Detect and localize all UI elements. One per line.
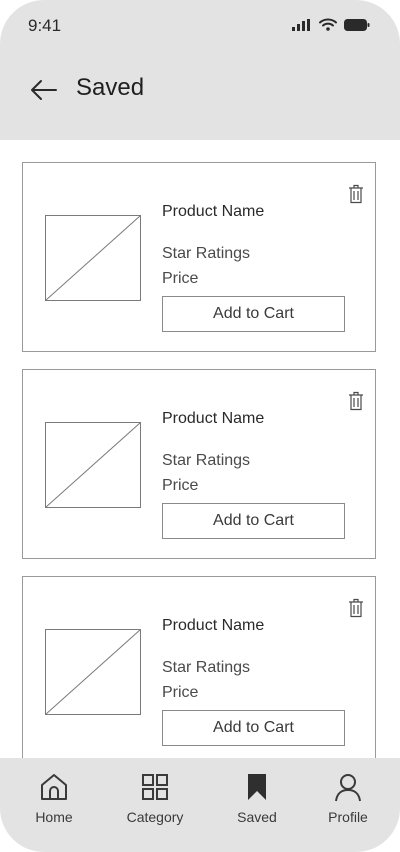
saved-product-card[interactable]: Product Name Star Ratings Price Add to C… bbox=[22, 369, 376, 559]
status-bar: 9:41 bbox=[0, 0, 400, 50]
tab-label: Category bbox=[126, 809, 184, 825]
product-image-placeholder bbox=[45, 422, 141, 508]
tab-label: Home bbox=[35, 809, 73, 825]
tab-profile[interactable]: Profile bbox=[298, 758, 398, 852]
phone-frame: 9:41 Saved Product Name Star Ratings Pri… bbox=[0, 0, 400, 852]
bottom-tab-bar: Home Category Saved Profile bbox=[0, 758, 400, 852]
status-time: 9:41 bbox=[28, 16, 62, 35]
product-name: Product Name bbox=[162, 410, 265, 427]
tab-saved[interactable]: Saved bbox=[207, 758, 307, 852]
add-to-cart-button[interactable]: Add to Cart bbox=[162, 503, 345, 539]
tab-label: Saved bbox=[237, 809, 277, 825]
product-price: Price bbox=[162, 684, 199, 701]
product-image-placeholder bbox=[45, 215, 141, 301]
saved-product-card[interactable]: Product Name Star Ratings Price Add to C… bbox=[22, 162, 376, 352]
product-price: Price bbox=[162, 477, 199, 494]
trash-icon[interactable] bbox=[348, 184, 364, 204]
tab-label: Profile bbox=[328, 809, 368, 825]
star-ratings: Star Ratings bbox=[162, 659, 251, 676]
star-ratings: Star Ratings bbox=[162, 452, 251, 469]
product-price: Price bbox=[162, 270, 199, 287]
trash-icon[interactable] bbox=[348, 598, 364, 618]
product-image-placeholder bbox=[45, 629, 141, 715]
add-to-cart-button[interactable]: Add to Cart bbox=[162, 710, 345, 746]
app-header: Saved bbox=[0, 50, 400, 140]
grid-icon bbox=[142, 774, 168, 800]
user-icon bbox=[335, 774, 361, 802]
signal-icon bbox=[292, 18, 310, 31]
wifi-icon bbox=[319, 18, 337, 31]
tab-category[interactable]: Category bbox=[105, 758, 205, 852]
trash-icon[interactable] bbox=[348, 391, 364, 411]
saved-product-card[interactable]: Product Name Star Ratings Price Add to C… bbox=[22, 576, 376, 758]
product-name: Product Name bbox=[162, 617, 265, 634]
add-to-cart-button[interactable]: Add to Cart bbox=[162, 296, 345, 332]
page-title: Saved bbox=[76, 74, 145, 101]
home-icon bbox=[41, 774, 67, 800]
product-name: Product Name bbox=[162, 203, 265, 220]
battery-icon bbox=[344, 18, 370, 31]
tab-home[interactable]: Home bbox=[4, 758, 104, 852]
status-icons bbox=[292, 18, 370, 31]
back-arrow-icon[interactable] bbox=[28, 74, 60, 106]
saved-list[interactable]: Product Name Star Ratings Price Add to C… bbox=[0, 140, 400, 758]
star-ratings: Star Ratings bbox=[162, 245, 251, 262]
bookmark-icon bbox=[248, 774, 266, 800]
